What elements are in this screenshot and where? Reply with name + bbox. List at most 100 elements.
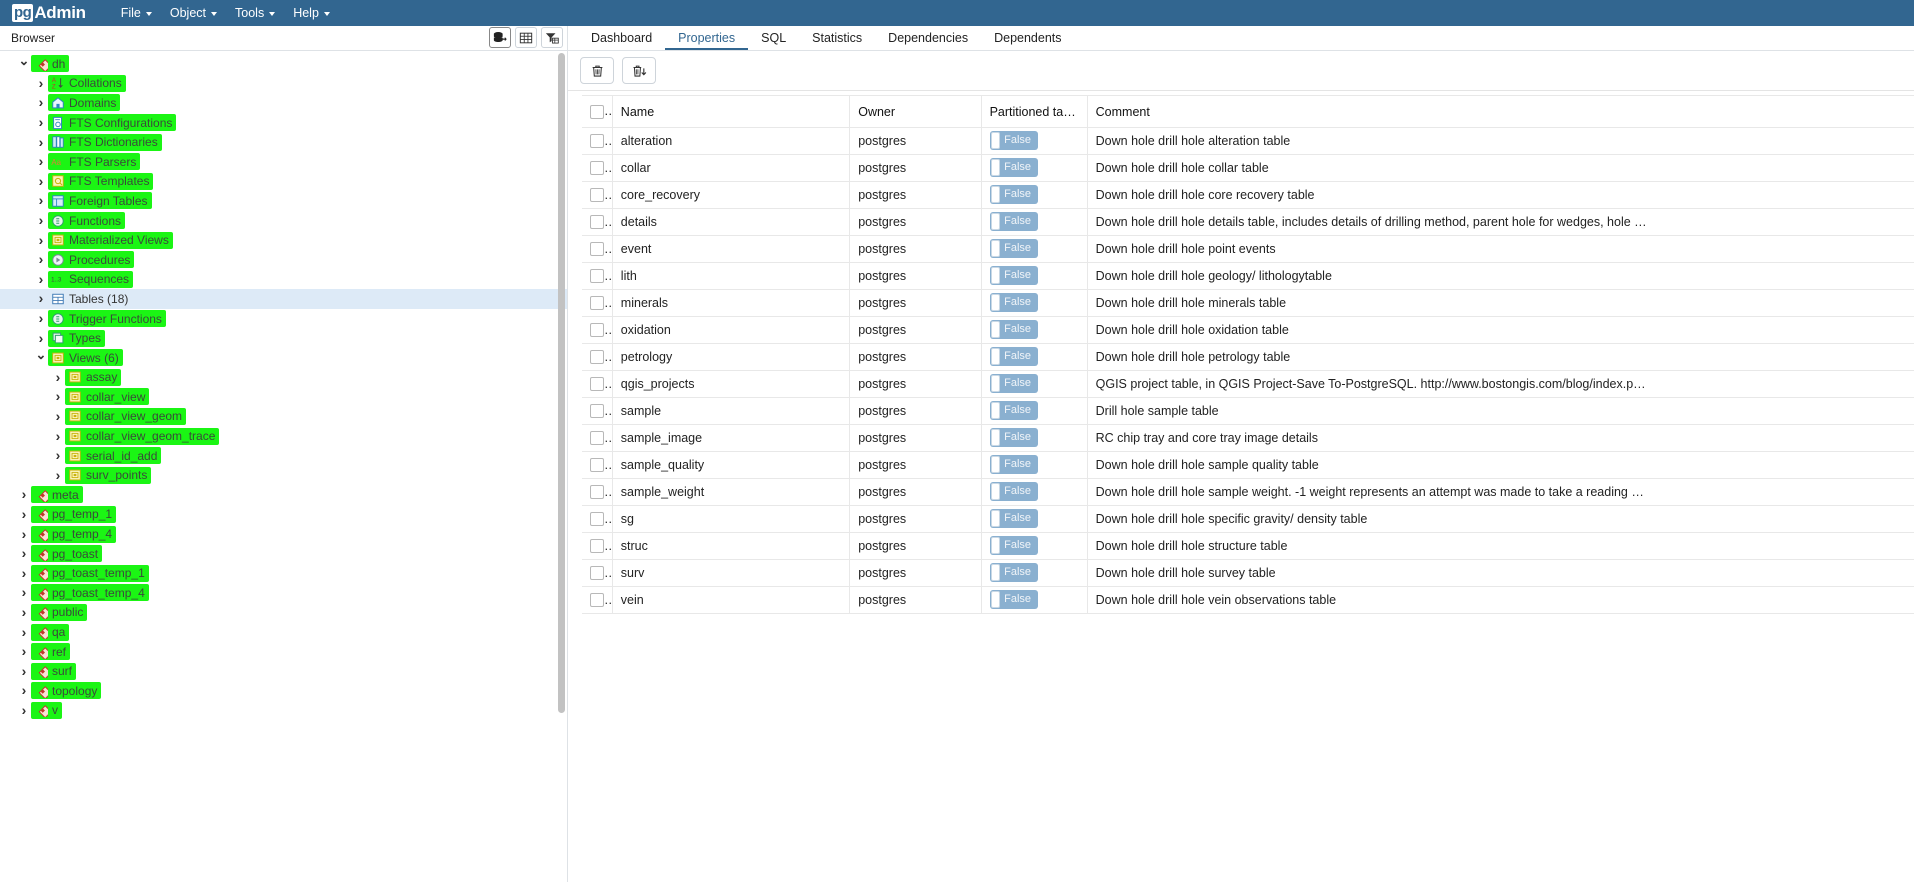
chevron-right-icon[interactable] <box>17 585 31 600</box>
partitioned-toggle[interactable]: False <box>989 427 1038 447</box>
tree-node[interactable]: AZ Collations <box>0 74 567 94</box>
tree-node[interactable]: pg_toast_temp_1 <box>0 563 567 583</box>
tab-dependents[interactable]: Dependents <box>981 26 1074 50</box>
chevron-right-icon[interactable] <box>51 409 65 424</box>
chevron-right-icon[interactable] <box>34 76 48 91</box>
drop-cascade-download-button[interactable] <box>622 57 656 84</box>
tree-node[interactable]: surf <box>0 661 567 681</box>
row-checkbox[interactable] <box>590 566 604 581</box>
tree-node-content[interactable]: v <box>31 701 62 719</box>
chevron-right-icon[interactable] <box>17 605 31 620</box>
partitioned-toggle[interactable]: False <box>989 238 1038 258</box>
partitioned-toggle[interactable]: False <box>989 292 1038 312</box>
tree-node[interactable]: pg_temp_4 <box>0 524 567 544</box>
tree-node-content[interactable]: A Z Collations <box>48 74 126 92</box>
tab-properties[interactable]: Properties <box>665 26 749 50</box>
chevron-right-icon[interactable] <box>34 154 48 169</box>
tree-node[interactable]: Views (6) <box>0 348 567 368</box>
chevron-right-icon[interactable] <box>34 233 48 248</box>
row-checkbox[interactable] <box>590 458 604 473</box>
tree-node[interactable]: collar_view_geom <box>0 407 567 427</box>
table-row[interactable]: sample postgres False Drill hole sample tab… <box>582 397 1914 425</box>
table-row[interactable]: alteration postgres False Down hole drill h… <box>582 127 1914 155</box>
tree-node[interactable]: pg_temp_1 <box>0 505 567 525</box>
chevron-right-icon[interactable] <box>34 174 48 189</box>
menu-object[interactable]: Object <box>161 3 226 23</box>
grid-view-icon[interactable] <box>515 27 537 48</box>
tree-node-content[interactable]: collar_view <box>65 388 150 406</box>
tree-node-content[interactable]: collar_view_geom_trace <box>65 427 220 445</box>
partitioned-toggle[interactable]: False <box>989 157 1038 177</box>
partitioned-toggle[interactable]: False <box>989 454 1038 474</box>
chevron-right-icon[interactable] <box>51 370 65 385</box>
tree-node-content[interactable]: Trigger Functions <box>48 310 166 328</box>
table-row[interactable]: event postgres False Down hole drill hole p… <box>582 235 1914 263</box>
tree-node[interactable]: meta <box>0 485 567 505</box>
chevron-right-icon[interactable] <box>17 625 31 640</box>
row-checkbox[interactable] <box>590 215 604 230</box>
table-row[interactable]: sg postgres False Down hole drill hole spec… <box>582 505 1914 533</box>
table-row[interactable]: petrology postgres False Down hole drill ho… <box>582 343 1914 371</box>
tree-node-content[interactable]: FTS Dictionaries <box>48 133 162 151</box>
chevron-right-icon[interactable] <box>17 566 31 581</box>
tree-node-content[interactable]: Materialized Views <box>48 231 173 249</box>
chevron-down-icon[interactable] <box>17 57 31 71</box>
tree-node-content[interactable]: Procedures <box>48 251 135 269</box>
tree-node-content[interactable]: qa <box>31 623 70 641</box>
tree-node[interactable]: Trigger Functions <box>0 309 567 329</box>
tree-node[interactable]: pg_toast_temp_4 <box>0 583 567 603</box>
tab-statistics[interactable]: Statistics <box>799 26 875 50</box>
tree-node-content[interactable]: pg_temp_4 <box>31 525 117 543</box>
tree-node-content[interactable]: topology <box>31 682 102 700</box>
partitioned-toggle[interactable]: False <box>989 400 1038 420</box>
menu-file[interactable]: File <box>112 3 161 23</box>
chevron-right-icon[interactable] <box>51 429 65 444</box>
chevron-right-icon[interactable] <box>17 644 31 659</box>
row-checkbox[interactable] <box>590 269 604 284</box>
tree-node-content[interactable]: 1..3 Sequences <box>48 270 134 288</box>
delete-button[interactable] <box>580 57 614 84</box>
row-checkbox[interactable] <box>590 512 604 527</box>
tree-node[interactable]: FTS Configurations <box>0 113 567 133</box>
table-row[interactable]: lith postgres False Down hole drill hole ge… <box>582 262 1914 290</box>
partitioned-toggle[interactable]: False <box>989 211 1038 231</box>
column-header-partitioned[interactable]: Partitioned table? <box>981 95 1088 128</box>
tree-node[interactable]: collar_view <box>0 387 567 407</box>
row-checkbox[interactable] <box>590 485 604 500</box>
chevron-right-icon[interactable] <box>34 311 48 326</box>
chevron-right-icon[interactable] <box>34 95 48 110</box>
partitioned-toggle[interactable]: False <box>989 184 1038 204</box>
chevron-right-icon[interactable] <box>17 546 31 561</box>
tree-node[interactable]: FTS Templates <box>0 172 567 192</box>
tree-scrollbar[interactable] <box>558 53 565 713</box>
partitioned-toggle[interactable]: False <box>989 319 1038 339</box>
table-row[interactable]: surv postgres False Down hole drill hole su… <box>582 559 1914 587</box>
table-row[interactable]: vein postgres False Down hole drill hole ve… <box>582 586 1914 614</box>
table-row[interactable]: minerals postgres False Down hole drill hol… <box>582 289 1914 317</box>
tree-node-content[interactable]: FTS Templates <box>48 172 154 190</box>
tree-node[interactable]: qa <box>0 622 567 642</box>
tree-node[interactable]: ref <box>0 642 567 662</box>
tree-node-content[interactable]: Functions <box>48 212 126 230</box>
chevron-right-icon[interactable] <box>34 193 48 208</box>
tree-node-content[interactable]: Aa FTS Parsers <box>48 153 141 171</box>
chevron-right-icon[interactable] <box>34 331 48 346</box>
tree-node-content[interactable]: Views (6) <box>48 349 123 367</box>
chevron-right-icon[interactable] <box>51 389 65 404</box>
row-checkbox[interactable] <box>590 296 604 311</box>
partitioned-toggle[interactable]: False <box>989 481 1038 501</box>
tree-node-content[interactable]: Foreign Tables <box>48 192 152 210</box>
row-checkbox[interactable] <box>590 134 604 149</box>
tree-node[interactable]: Types <box>0 328 567 348</box>
tree-node[interactable]: Materialized Views <box>0 230 567 250</box>
partitioned-toggle[interactable]: False <box>989 562 1038 582</box>
object-explorer-icon[interactable] <box>489 27 511 48</box>
table-row[interactable]: sample_quality postgres False Down hole dri… <box>582 451 1914 479</box>
tree-node-content[interactable]: Domains <box>48 94 121 112</box>
chevron-right-icon[interactable] <box>17 507 31 522</box>
chevron-right-icon[interactable] <box>34 291 48 306</box>
tree-node[interactable]: Functions <box>0 211 567 231</box>
chevron-right-icon[interactable] <box>34 213 48 228</box>
tree-node-content[interactable]: serial_id_add <box>65 447 162 465</box>
chevron-right-icon[interactable] <box>17 527 31 542</box>
